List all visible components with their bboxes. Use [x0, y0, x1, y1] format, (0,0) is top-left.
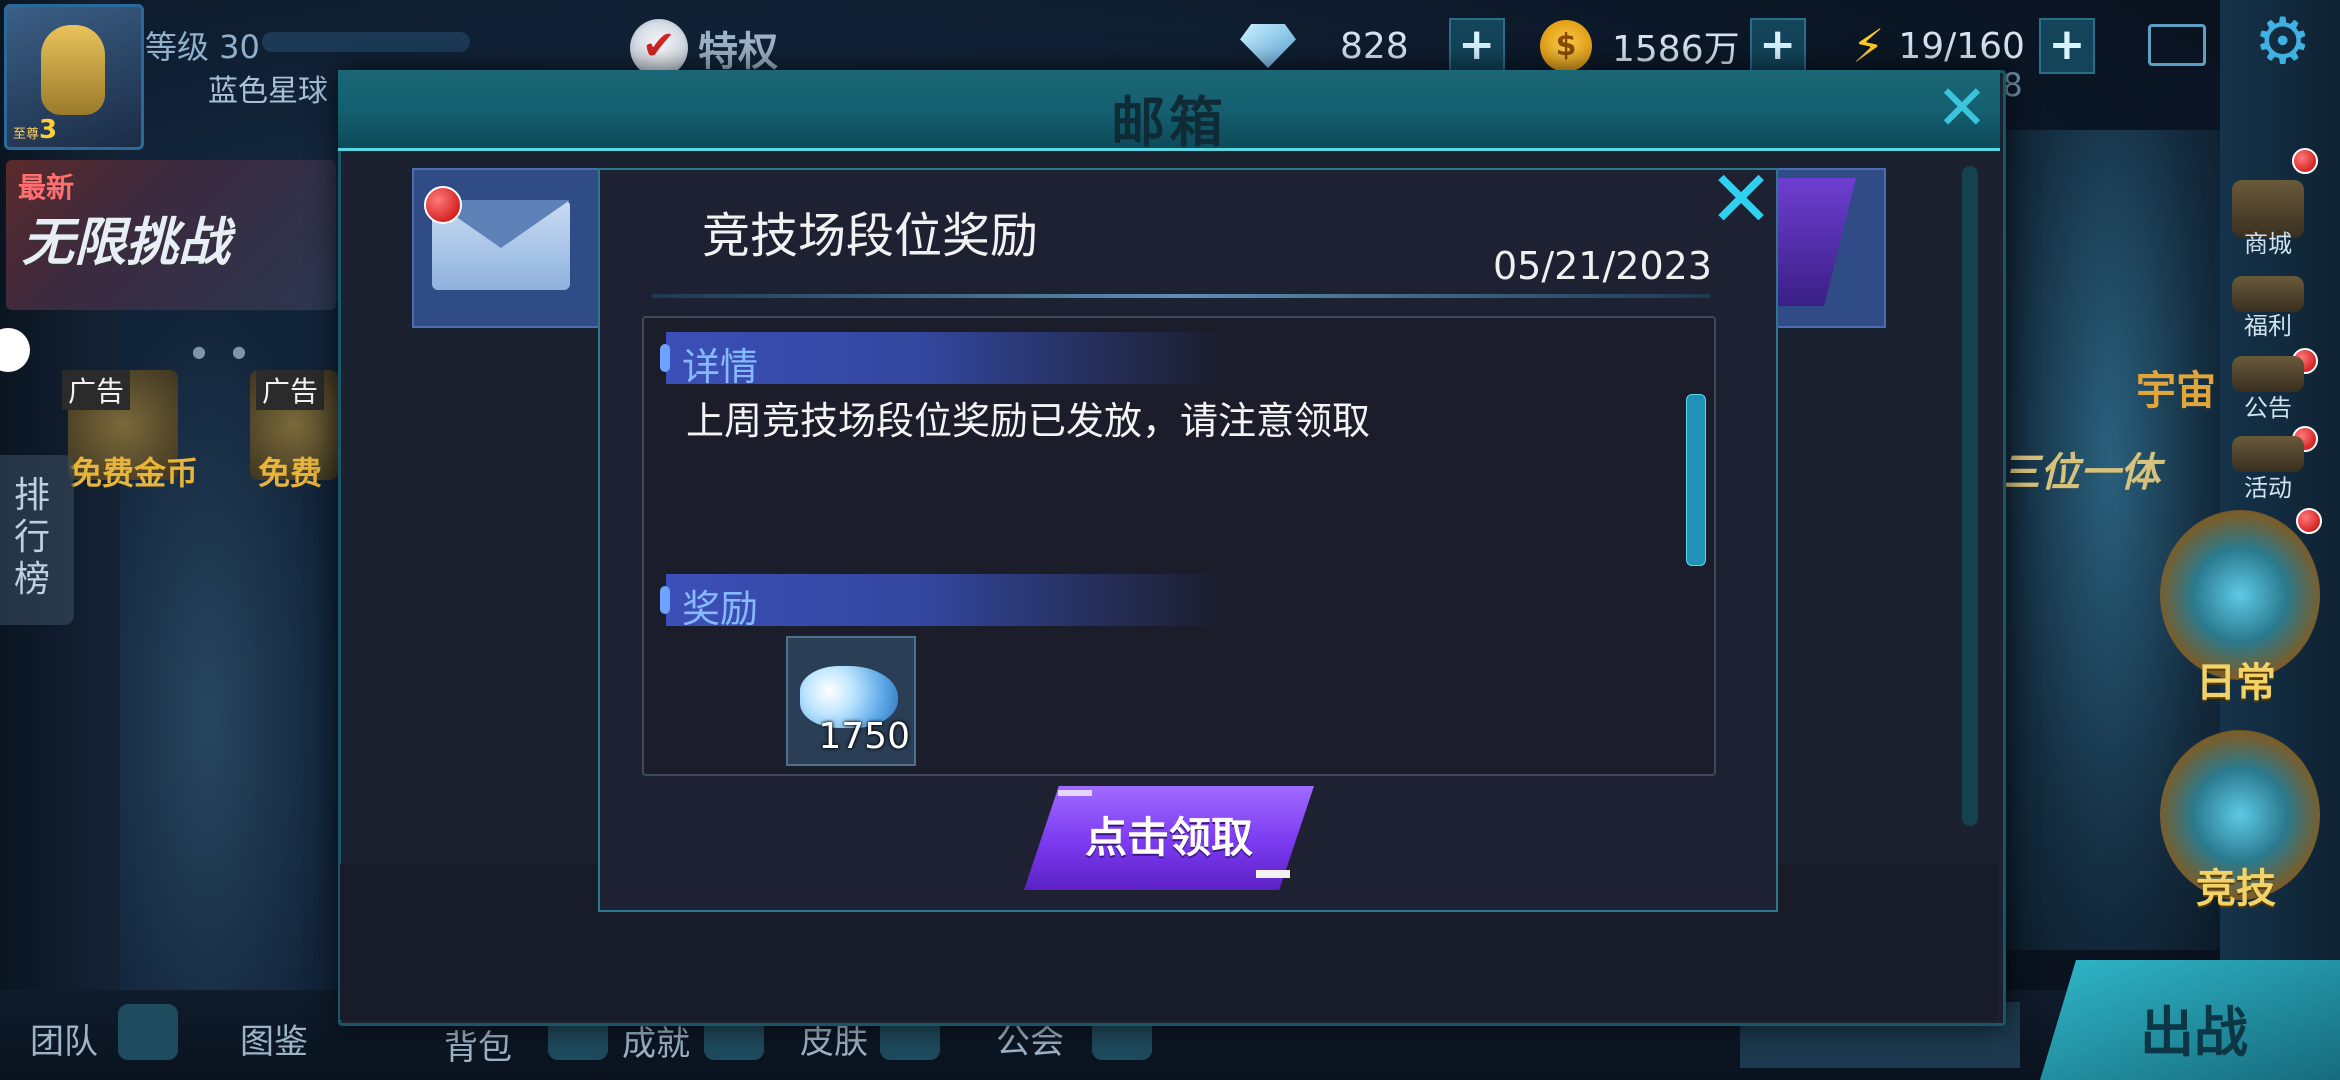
energy-counter: ⚡ 19/160 +: [1852, 16, 2095, 76]
reward-count: 1750: [818, 716, 910, 757]
lightning-icon: ⚡: [1852, 19, 1885, 73]
ad-tag: 广告: [256, 370, 325, 410]
notice-label[interactable]: 公告: [2216, 388, 2320, 423]
mailbox-scrollbar[interactable]: [1962, 166, 1978, 826]
claim-button-label[interactable]: 点击领取: [1024, 786, 1314, 890]
privilege-button[interactable]: 特权: [630, 18, 778, 78]
nav-codex[interactable]: 图鉴: [240, 1014, 308, 1063]
gear-icon[interactable]: ⚙: [2254, 10, 2311, 74]
daily-label: 日常: [2196, 660, 2276, 706]
gold-value: 1586万: [1612, 29, 1740, 70]
free-gold-label: 免费金币: [70, 454, 199, 492]
reward-label: 奖励: [682, 587, 759, 631]
details-label: 详情: [682, 345, 759, 389]
leaderboard-label: 排行榜: [14, 475, 51, 600]
megaphone-icon[interactable]: [2232, 356, 2304, 392]
player-avatar[interactable]: 至尊3: [4, 4, 144, 150]
dialog-close-icon[interactable]: ✕: [1706, 161, 1776, 239]
ad-tag: 广告: [62, 370, 131, 410]
title-divider: [652, 294, 1710, 298]
coin-icon: $: [1540, 20, 1592, 72]
arena-label: 竞技: [2196, 866, 2276, 912]
player-name: 蓝色星球: [208, 74, 328, 109]
shop-label[interactable]: 商城: [2216, 224, 2320, 259]
nav-bag[interactable]: 背包: [444, 1020, 512, 1069]
privilege-icon: [630, 19, 688, 77]
hero-portrait: [41, 25, 105, 115]
battle-label: 出战: [2140, 1001, 2248, 1064]
gem-counter: 828 +: [1240, 16, 1505, 76]
banner-pager: ●●: [192, 342, 272, 361]
content-scrollbar[interactable]: [1686, 394, 1706, 566]
unread-dot: [424, 186, 462, 224]
energy-value: 19/160: [1898, 25, 2025, 67]
team-icon[interactable]: [118, 1004, 178, 1060]
mail-body-text: 上周竞技场段位奖励已发放，请注意领取: [686, 399, 1371, 443]
add-gold-button[interactable]: +: [1749, 18, 1806, 74]
infinite-challenge-label: 无限挑战: [22, 213, 231, 273]
nav-team[interactable]: 团队: [30, 1014, 98, 1063]
universe-label: 宇宙: [2136, 368, 2216, 414]
welfare-label[interactable]: 福利: [2216, 306, 2320, 341]
rank-badge: 至尊3: [13, 115, 58, 145]
add-energy-button[interactable]: +: [2038, 18, 2095, 74]
mail-icon[interactable]: [2148, 24, 2206, 66]
privilege-label: 特权: [698, 29, 778, 75]
mail-title: 竞技场段位奖励: [702, 208, 1039, 264]
flag-icon[interactable]: [2232, 436, 2304, 472]
gem-value: 828: [1340, 25, 1409, 67]
exp-bar: [262, 32, 470, 52]
diamond-icon: [1240, 24, 1296, 68]
event-label[interactable]: 活动: [2216, 468, 2320, 503]
notification-dot: [2292, 148, 2318, 174]
gold-counter: $ 1586万 +: [1540, 16, 1806, 76]
mailbox-title: 邮箱: [1111, 91, 1227, 154]
mailbox-close-icon[interactable]: ✕: [1934, 77, 1990, 139]
player-level: 等级 30: [145, 28, 260, 66]
free-reward-label: 免费: [258, 454, 323, 492]
notification-dot: [2296, 508, 2322, 534]
add-gems-button[interactable]: +: [1448, 18, 1505, 74]
trinity-label: 三位一体: [2000, 450, 2160, 496]
mail-date: 05/21/2023: [1492, 244, 1712, 288]
